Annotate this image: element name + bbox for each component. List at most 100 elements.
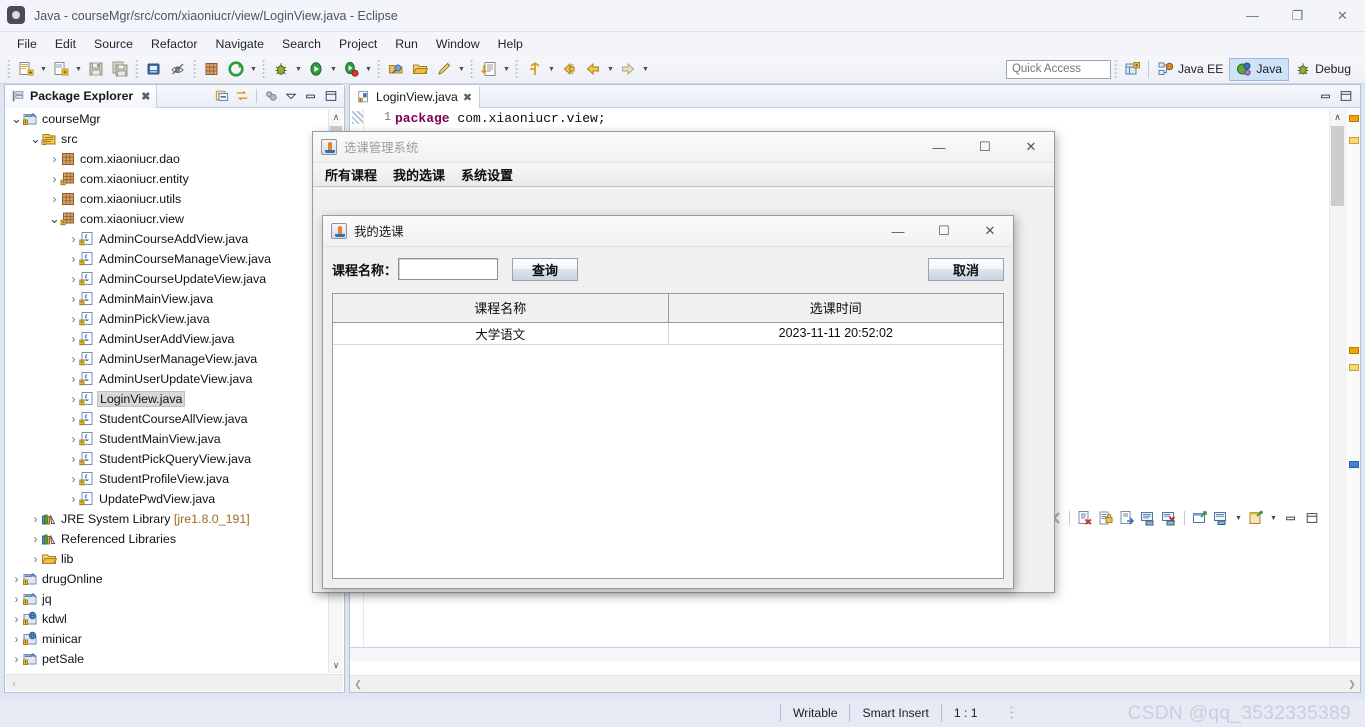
swing-menu-all-courses[interactable]: 所有课程 [317,163,385,186]
export-icon[interactable] [1118,509,1136,527]
chevron-right-icon[interactable]: › [68,372,79,386]
overview-annotation-mark[interactable] [1349,461,1359,468]
toggle-mark-occurrences-icon[interactable] [166,57,190,81]
display-selected-console-icon[interactable] [1212,509,1230,527]
search-dropdown-icon[interactable]: ▼ [456,57,467,81]
chevron-right-icon[interactable]: › [30,512,41,526]
pin-console-icon[interactable] [1247,509,1265,527]
tree-item-com-xiaoniucr-dao[interactable]: › com.xiaoniucr.dao [6,149,331,169]
tab-loginview-java[interactable]: LoginView.java ✖ [350,84,481,108]
chevron-right-icon[interactable]: › [49,192,60,206]
editor-scroll-thumb[interactable] [1331,126,1344,206]
new-java-class-dropdown-icon[interactable]: ▼ [73,57,84,81]
tree-item-adminpickview-java[interactable]: › AdminPickView.java [6,309,331,329]
tab-package-explorer[interactable]: Package Explorer ✖ [5,84,158,108]
last-edit-dropdown-icon[interactable]: ▼ [501,57,512,81]
tree-item-petsale[interactable]: › petSale [6,649,331,669]
chevron-right-icon[interactable]: › [68,392,79,406]
search-icon[interactable] [432,57,456,81]
chevron-right-icon[interactable]: › [49,172,60,186]
maximize-icon[interactable] [322,87,340,105]
editor-scroll-right-icon[interactable]: ❯ [1344,679,1360,690]
swing-outer-minimize-button[interactable]: — [916,132,962,163]
column-header-course-name[interactable]: 课程名称 [333,294,669,323]
package-explorer-tree[interactable]: ⌄ courseMgr ⌄ src › com.xiaoniucr.dao › com.xia… [6,109,331,673]
scroll-up-icon[interactable]: ∧ [329,109,343,125]
toolbar-grip-6[interactable] [470,59,474,79]
save-all-icon[interactable] [108,57,132,81]
chevron-down-icon[interactable]: ⌄ [11,112,22,125]
new-wizard-dropdown-icon[interactable]: ▼ [38,57,49,81]
chevron-right-icon[interactable]: › [30,532,41,546]
tree-item-adminusermanageview-java[interactable]: › AdminUserManageView.java [6,349,331,369]
console-maximize-icon[interactable] [1303,509,1321,527]
last-edit-location-icon[interactable] [477,57,501,81]
view-menu-focus-icon[interactable] [262,87,280,105]
menu-search[interactable]: Search [273,34,330,54]
chevron-right-icon[interactable]: › [68,292,79,306]
window-close-button[interactable]: ✕ [1320,0,1365,32]
editor-minimize-icon[interactable] [1317,87,1335,105]
tree-item-adminuserupdateview-java[interactable]: › AdminUserUpdateView.java [6,369,331,389]
chevron-right-icon[interactable]: › [68,452,79,466]
new-wizard-icon[interactable] [14,57,38,81]
editor-hscrollbar[interactable]: ❮ ❯ [350,675,1360,692]
course-name-input[interactable] [398,258,499,280]
overview-annotation-mark[interactable] [1349,137,1359,144]
editor-vscrollbar[interactable]: ∧ ∨ [1329,109,1345,661]
tree-item-com-xiaoniucr-utils[interactable]: › com.xiaoniucr.utils [6,189,331,209]
chevron-right-icon[interactable]: › [68,412,79,426]
swing-inner-title-bar[interactable]: 我的选课 — ☐ ✕ [323,216,1013,247]
package-explorer-hscrollbar[interactable]: ‹ [6,674,343,691]
swing-inner-minimize-button[interactable]: — [875,216,921,247]
window-maximize-button[interactable]: ❐ [1275,0,1320,32]
next-annotation-icon[interactable] [522,57,546,81]
quick-access-input[interactable] [1005,59,1111,79]
tree-item-com-xiaoniucr-entity[interactable]: › com.xiaoniucr.entity [6,169,331,189]
run-last-dropdown-icon[interactable]: ▼ [248,57,259,81]
forward-icon[interactable] [616,57,640,81]
new-java-class-icon[interactable] [49,57,73,81]
tree-item-jq[interactable]: › jq [6,589,331,609]
save-icon[interactable] [84,57,108,81]
toolbar-grip-2[interactable] [135,59,139,79]
pin-console-dropdown-icon[interactable]: ▼ [1268,506,1279,530]
perspective-debug[interactable]: Debug [1289,58,1357,81]
tree-item-admincourseupdateview-java[interactable]: › AdminCourseUpdateView.java [6,269,331,289]
overview-annotation-mark[interactable] [1349,364,1359,371]
lock-icon[interactable] [1097,509,1115,527]
clear-log-icon[interactable] [1076,509,1094,527]
menu-window[interactable]: Window [427,34,489,54]
chevron-right-icon[interactable]: › [11,612,22,626]
open-resource-icon[interactable] [408,57,432,81]
table-row[interactable]: 大学语文 2023-11-11 20:52:02 [333,322,1003,345]
tree-item-coursemgr[interactable]: ⌄ courseMgr [6,109,331,129]
run-coverage-dropdown-icon[interactable]: ▼ [363,57,374,81]
chevron-right-icon[interactable]: › [11,672,22,673]
run-last-tool-icon[interactable] [224,57,248,81]
menu-navigate[interactable]: Navigate [206,34,273,54]
run-coverage-icon[interactable] [339,57,363,81]
chevron-right-icon[interactable]: › [30,552,41,566]
terminate-console-icon[interactable] [1160,509,1178,527]
swing-inner-close-button[interactable]: ✕ [967,216,1013,247]
editor-scroll-up-icon[interactable]: ∧ [1330,109,1345,125]
editor-maximize-icon[interactable] [1337,87,1355,105]
chevron-right-icon[interactable]: › [11,652,22,666]
editor-scroll-left-icon[interactable]: ❮ [350,679,366,690]
tree-item-kdwl[interactable]: › kdwl [6,609,331,629]
scroll-down-icon[interactable]: ∨ [329,657,343,673]
tree-item-studentcourseallview-java[interactable]: › StudentCourseAllView.java [6,409,331,429]
chevron-right-icon[interactable]: › [68,432,79,446]
back-icon[interactable] [557,57,581,81]
menu-help[interactable]: Help [489,34,532,54]
console-minimize-icon[interactable] [1282,509,1300,527]
swing-outer-close-button[interactable]: ✕ [1008,132,1054,163]
chevron-right-icon[interactable]: › [68,272,79,286]
perspective-java-ee[interactable]: Java EE [1152,58,1229,81]
toolbar-grip[interactable] [7,59,11,79]
tree-item-minicar[interactable]: › minicar [6,629,331,649]
chevron-right-icon[interactable]: › [11,592,22,606]
open-console-icon[interactable] [1191,509,1209,527]
link-with-editor-icon[interactable] [233,87,251,105]
